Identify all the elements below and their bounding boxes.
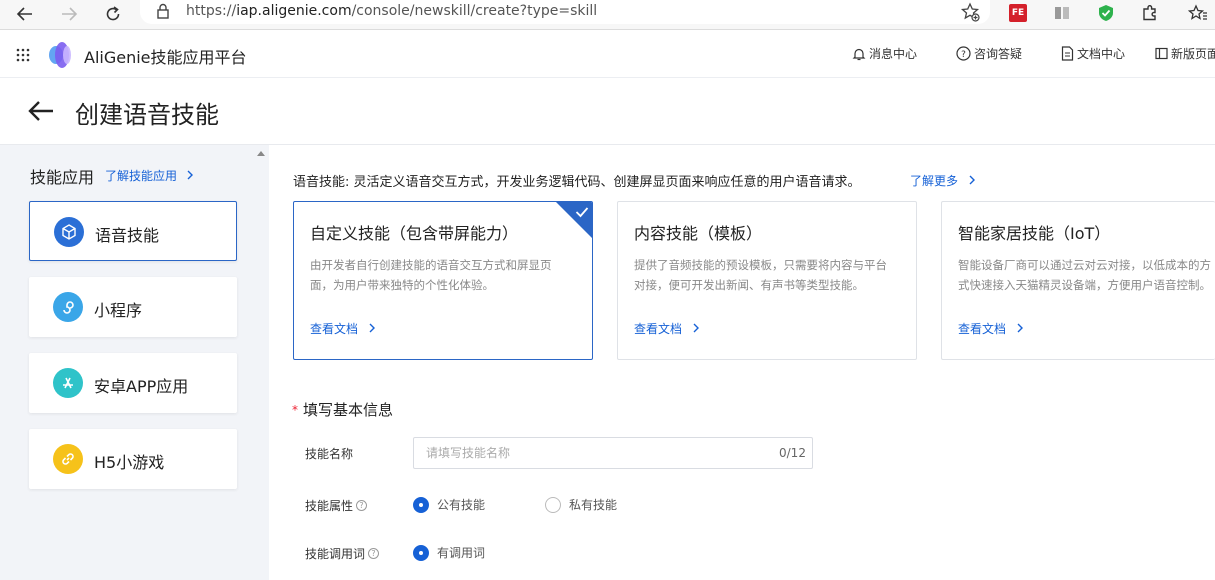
card-description: 智能设备厂商可以通过云对云对接，以低成本的方式快速接入天猫精灵设备端，方便用户语… bbox=[958, 258, 1211, 292]
radio-private-skill[interactable]: 私有技能 bbox=[545, 496, 617, 513]
nav-messages[interactable]: 消息中心 bbox=[852, 45, 917, 62]
brand-title[interactable]: AliGenie技能应用平台 bbox=[84, 44, 247, 68]
view-docs-link[interactable]: 查看文档 bbox=[634, 320, 700, 337]
sidebar-item-h5-game[interactable]: H5小游戏 bbox=[29, 429, 237, 489]
chevron-right-icon bbox=[187, 170, 193, 180]
invocation-label: 技能调用词? bbox=[305, 545, 380, 562]
page-title-bar: 创建语音技能 bbox=[0, 79, 1215, 145]
sidebar-item-label: H5小游戏 bbox=[94, 453, 165, 472]
card-title: 内容技能（模板） bbox=[634, 224, 763, 243]
skill-attr-label: 技能属性? bbox=[305, 497, 368, 514]
card-content-skill[interactable]: 内容技能（模板） 提供了音频技能的预设模板，只需要将内容与平台对接，便可开发出新… bbox=[617, 201, 917, 360]
back-nav-icon[interactable] bbox=[10, 0, 40, 28]
browser-toolbar: https://iap.aligenie.com/console/newskil… bbox=[0, 0, 1215, 30]
skill-name-input[interactable] bbox=[413, 437, 813, 469]
app-grid-icon[interactable] bbox=[16, 48, 30, 62]
sidebar: 技能应用 了解技能应用 语音技能 小程序 安卓APP应用 H5小游戏 bbox=[0, 145, 269, 580]
learn-apps-link[interactable]: 了解技能应用 bbox=[105, 167, 194, 184]
check-icon bbox=[575, 207, 589, 218]
nav-docs[interactable]: 文档中心 bbox=[1061, 45, 1125, 62]
bell-icon bbox=[852, 48, 866, 60]
help-icon[interactable]: ? bbox=[356, 500, 368, 511]
svg-text:?: ? bbox=[961, 50, 966, 60]
favorites-icon[interactable] bbox=[1187, 2, 1209, 24]
view-docs-link[interactable]: 查看文档 bbox=[310, 320, 376, 337]
page-title: 创建语音技能 bbox=[75, 101, 219, 129]
radio-unchecked bbox=[545, 496, 561, 513]
card-description: 提供了音频技能的预设模板，只需要将内容与平台对接，便可开发出新闻、有声书等类型技… bbox=[634, 258, 887, 292]
layout-icon bbox=[1155, 47, 1168, 60]
nav-support[interactable]: ? 咨询答疑 bbox=[956, 45, 1022, 62]
chevron-right-icon bbox=[1017, 323, 1023, 333]
intro-text: 语音技能: 灵活定义语音交互方式，开发业务逻辑代码、创建屏显页面来响应任意的用户… bbox=[293, 175, 861, 190]
sidebar-heading: 技能应用 bbox=[30, 168, 95, 187]
sidebar-scrollbar[interactable] bbox=[254, 145, 269, 580]
sidebar-item-voice-skill[interactable]: 语音技能 bbox=[29, 201, 237, 261]
app-header: AliGenie技能应用平台 消息中心 ? 咨询答疑 文档中心 新版页面 bbox=[0, 31, 1215, 78]
help-icon[interactable]: ? bbox=[368, 548, 380, 559]
chevron-right-icon bbox=[693, 323, 699, 333]
reader-extension-icon[interactable] bbox=[1051, 2, 1073, 24]
radio-has-invocation[interactable]: 有调用词 bbox=[413, 544, 485, 561]
favorite-add-icon[interactable] bbox=[960, 2, 980, 22]
sidebar-item-android-app[interactable]: 安卓APP应用 bbox=[29, 353, 237, 413]
nav-new-version[interactable]: 新版页面 bbox=[1155, 45, 1215, 62]
skill-name-label: 技能名称 bbox=[305, 447, 354, 461]
section-heading: * 填写基本信息 bbox=[292, 401, 394, 419]
chevron-right-icon bbox=[369, 323, 375, 333]
link-icon bbox=[53, 444, 83, 474]
learn-more-link[interactable]: 了解更多 bbox=[910, 172, 976, 189]
mini-program-icon bbox=[53, 292, 83, 322]
fe-extension-icon[interactable]: FE bbox=[1007, 2, 1029, 24]
sidebar-item-mini-program[interactable]: 小程序 bbox=[29, 277, 237, 337]
shield-extension-icon[interactable] bbox=[1095, 2, 1117, 24]
back-arrow-icon[interactable] bbox=[28, 99, 54, 123]
card-title: 智能家居技能（IoT） bbox=[958, 224, 1111, 243]
forward-nav-icon[interactable] bbox=[54, 0, 84, 28]
sidebar-item-label: 小程序 bbox=[94, 301, 143, 320]
radio-checked bbox=[413, 544, 429, 561]
document-icon bbox=[1061, 46, 1074, 61]
required-mark: * bbox=[292, 403, 298, 417]
card-smart-home-skill[interactable]: 智能家居技能（IoT） 智能设备厂商可以通过云对云对接，以低成本的方式快速接入天… bbox=[941, 201, 1215, 360]
radio-public-skill[interactable]: 公有技能 bbox=[413, 496, 485, 513]
card-description: 由开发者自行创建技能的语音交互方式和屏显页面，为用户带来独特的个性化体验。 bbox=[310, 258, 552, 292]
char-counter: 0/12 bbox=[779, 446, 806, 460]
app-store-icon bbox=[53, 368, 83, 398]
scroll-up-icon[interactable] bbox=[257, 151, 265, 156]
aligenie-logo-icon bbox=[49, 42, 71, 68]
url-text: https://iap.aligenie.com/console/newskil… bbox=[186, 3, 598, 19]
reload-icon[interactable] bbox=[98, 0, 128, 28]
view-docs-link[interactable]: 查看文档 bbox=[958, 320, 1024, 337]
cube-icon bbox=[54, 217, 84, 247]
lock-icon bbox=[157, 3, 169, 19]
chevron-right-icon bbox=[969, 175, 975, 185]
card-title: 自定义技能（包含带屏能力） bbox=[310, 224, 519, 243]
sidebar-item-label: 语音技能 bbox=[95, 226, 160, 245]
sidebar-item-label: 安卓APP应用 bbox=[94, 377, 189, 396]
extensions-puzzle-icon[interactable] bbox=[1139, 2, 1161, 24]
card-custom-skill[interactable]: 自定义技能（包含带屏能力） 由开发者自行创建技能的语音交互方式和屏显页面，为用户… bbox=[293, 201, 593, 360]
radio-checked bbox=[413, 496, 429, 513]
help-circle-icon: ? bbox=[956, 46, 971, 61]
address-bar[interactable]: https://iap.aligenie.com/console/newskil… bbox=[140, 0, 990, 24]
